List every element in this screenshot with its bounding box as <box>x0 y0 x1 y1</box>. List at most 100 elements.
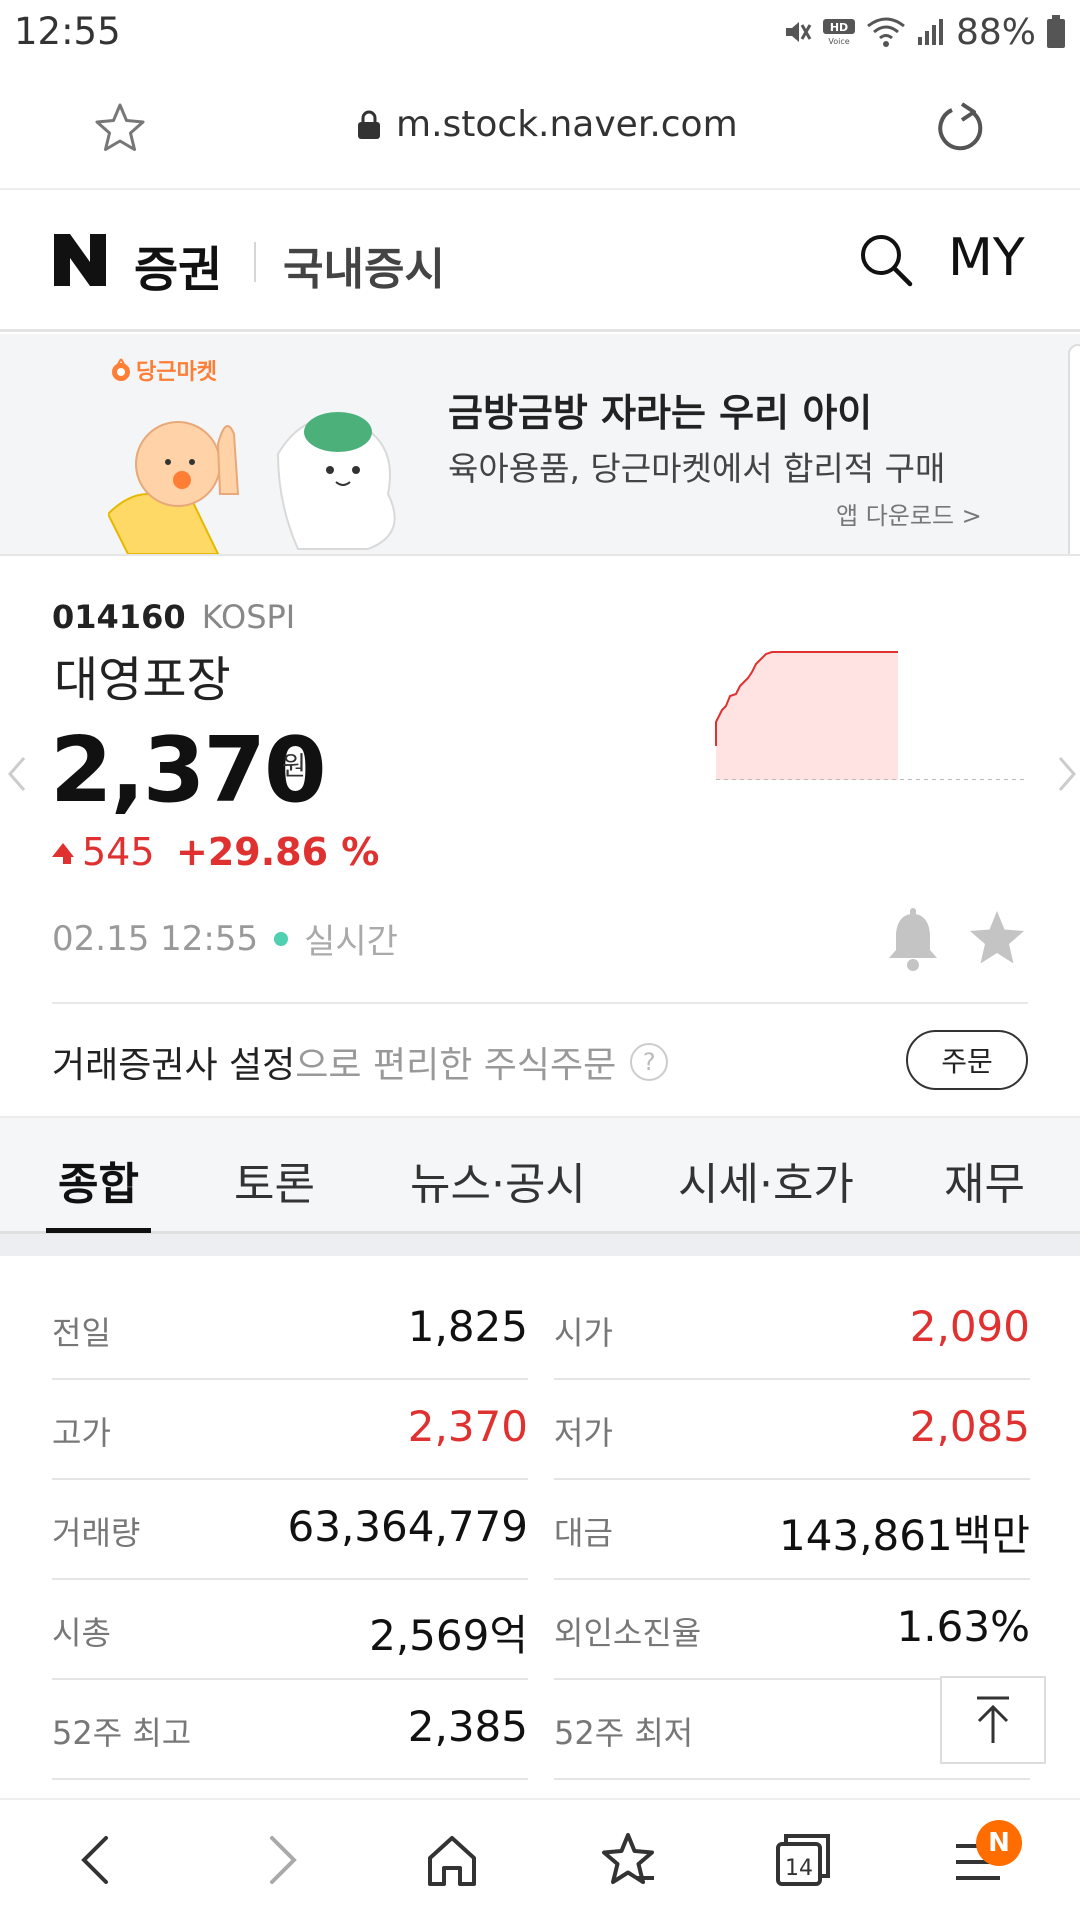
help-icon[interactable]: ? <box>630 1043 669 1081</box>
live-label: 실시간 <box>304 922 398 962</box>
bell-icon[interactable] <box>884 908 942 972</box>
stock-code-line: 014160 KOSPI <box>52 598 295 636</box>
info-label: 저가 <box>554 1414 613 1452</box>
section-title[interactable]: 국내증시 <box>283 233 445 297</box>
carrot-logo-icon <box>112 358 130 381</box>
intraday-mini-chart[interactable] <box>712 636 1032 780</box>
favorite-star-icon[interactable] <box>966 908 1028 970</box>
svg-text:Voice: Voice <box>828 37 849 46</box>
stock-name: 대영포장 <box>54 652 231 708</box>
stock-change-rate: +29.86 % <box>176 830 380 874</box>
ad-banner[interactable]: 당근마켓 금방금방 자라는 우리 아이 육아용품, 당근마켓에서 합리적 구매 … <box>0 334 1080 556</box>
my-link[interactable]: MY <box>948 228 1025 288</box>
stock-time-value: 02.15 12:55 <box>52 918 259 959</box>
battery-icon <box>1047 15 1065 48</box>
scroll-to-top-button[interactable] <box>940 1676 1046 1764</box>
info-row: 대금 143,861백만 <box>554 1480 1030 1580</box>
mini-chart-area <box>716 652 898 780</box>
info-value: 2,385 <box>407 1702 528 1751</box>
section-gap <box>0 1234 1080 1256</box>
info-row: 52주 최고 2,385 <box>52 1680 528 1780</box>
tab-finance[interactable]: 재무 <box>944 1148 1025 1212</box>
tab-discussion[interactable]: 토론 <box>234 1148 315 1212</box>
info-label: 거래량 <box>52 1514 141 1552</box>
tab-active-indicator <box>46 1228 151 1233</box>
address-field[interactable]: m.stock.naver.com <box>356 104 738 145</box>
hd-voice-icon: HD Voice <box>822 19 855 46</box>
up-arrow-icon <box>52 843 74 857</box>
info-label: 대금 <box>554 1514 613 1552</box>
back-icon[interactable] <box>68 1830 128 1890</box>
browser-url-bar: m.stock.naver.com <box>0 66 1080 190</box>
ad-illustration <box>108 412 396 554</box>
tab-news[interactable]: 뉴스·공시 <box>410 1148 586 1212</box>
info-value: 2,569억 <box>369 1611 528 1660</box>
signal-icon <box>917 19 943 45</box>
status-icons: HD Voice 88% <box>782 10 1066 54</box>
ad-title: 금방금방 자라는 우리 아이 <box>448 391 873 435</box>
url-text: m.stock.naver.com <box>396 104 738 145</box>
ad-subtitle: 육아용품, 당근마켓에서 합리적 구매 <box>448 449 946 488</box>
search-icon[interactable] <box>856 230 916 290</box>
forward-icon[interactable] <box>250 1830 310 1890</box>
order-text: 거래증권사 설정으로 편리한 주식주문 ? <box>52 1036 669 1088</box>
status-time: 12:55 <box>14 10 121 53</box>
tab-quotes[interactable]: 시세·호가 <box>678 1148 854 1212</box>
naver-logo-icon[interactable] <box>52 232 108 288</box>
info-value: 143,861백만 <box>779 1511 1030 1560</box>
info-value: 2,085 <box>909 1402 1030 1451</box>
status-bar: 12:55 HD Voice 88% <box>0 0 1080 66</box>
prev-stock-chevron-icon[interactable] <box>4 752 30 796</box>
stock-summary: 014160 KOSPI 대영포장 2,370 원 545 +29.86 % 0… <box>0 556 1080 1116</box>
tabs-button[interactable]: 14 <box>776 1830 832 1890</box>
stock-market: KOSPI <box>201 598 296 636</box>
info-row: 시가 2,090 <box>554 1280 1030 1380</box>
menu-notification-badge: N <box>976 1820 1022 1866</box>
info-value: 63,364,779 <box>287 1502 528 1551</box>
live-dot <box>274 931 289 946</box>
info-label: 외인소진율 <box>554 1614 702 1652</box>
tab-overview[interactable]: 종합 <box>58 1148 139 1212</box>
order-button[interactable]: 주문 <box>906 1030 1028 1090</box>
stock-change-value: 545 <box>82 830 155 874</box>
svg-text:HD: HD <box>830 21 848 34</box>
bookmark-star-icon[interactable] <box>92 100 148 156</box>
info-label: 전일 <box>52 1314 111 1352</box>
info-row: 외인소진율 1.63% <box>554 1580 1030 1680</box>
stock-price-unit: 원 <box>282 752 306 782</box>
browser-bottom-nav: 14 N <box>0 1798 1080 1920</box>
stock-timestamp: 02.15 12:55 실시간 <box>52 914 398 963</box>
ad-download-link[interactable]: 앱 다운로드 > <box>836 496 982 531</box>
info-row: 전일 1,825 <box>52 1280 528 1380</box>
site-header: 증권 국내증시 MY <box>0 190 1080 332</box>
wifi-icon <box>867 17 905 47</box>
info-label: 시총 <box>52 1614 111 1652</box>
stock-code: 014160 <box>52 598 186 636</box>
ad-brand-name: 당근마켓 <box>136 360 217 385</box>
order-banner[interactable]: 거래증권사 설정으로 편리한 주식주문 ? 주문 <box>52 1002 1028 1112</box>
info-row: 시총 2,569억 <box>52 1580 528 1680</box>
info-value: 1.63% <box>896 1602 1030 1651</box>
next-stock-chevron-icon[interactable] <box>1054 752 1080 796</box>
info-row: 거래량 63,364,779 <box>52 1480 528 1580</box>
tab-bar: 종합 토론 뉴스·공시 시세·호가 재무 <box>0 1116 1080 1234</box>
lock-icon <box>358 110 380 139</box>
info-value: 2,090 <box>909 1302 1030 1351</box>
mute-icon <box>785 22 812 42</box>
arrow-up-icon <box>977 1696 1009 1743</box>
order-text-bold: 거래증권사 설정 <box>52 1045 296 1086</box>
order-text-rest: 으로 편리한 주식주문 <box>295 1045 617 1086</box>
tab-count: 14 <box>785 1856 813 1881</box>
info-label: 52주 최저 <box>554 1714 694 1752</box>
battery-percent: 88% <box>955 11 1036 53</box>
reload-icon[interactable] <box>932 100 988 156</box>
info-value: 1,825 <box>407 1302 528 1351</box>
stock-change: 545 <box>52 830 155 874</box>
home-icon[interactable] <box>422 1830 482 1890</box>
bookmarks-star-icon[interactable] <box>598 1830 658 1890</box>
site-title[interactable]: 증권 <box>134 230 222 300</box>
info-row: 고가 2,370 <box>52 1380 528 1480</box>
info-label: 52주 최고 <box>52 1714 192 1752</box>
header-divider <box>254 242 256 282</box>
ad-brand: 당근마켓 <box>110 354 217 386</box>
